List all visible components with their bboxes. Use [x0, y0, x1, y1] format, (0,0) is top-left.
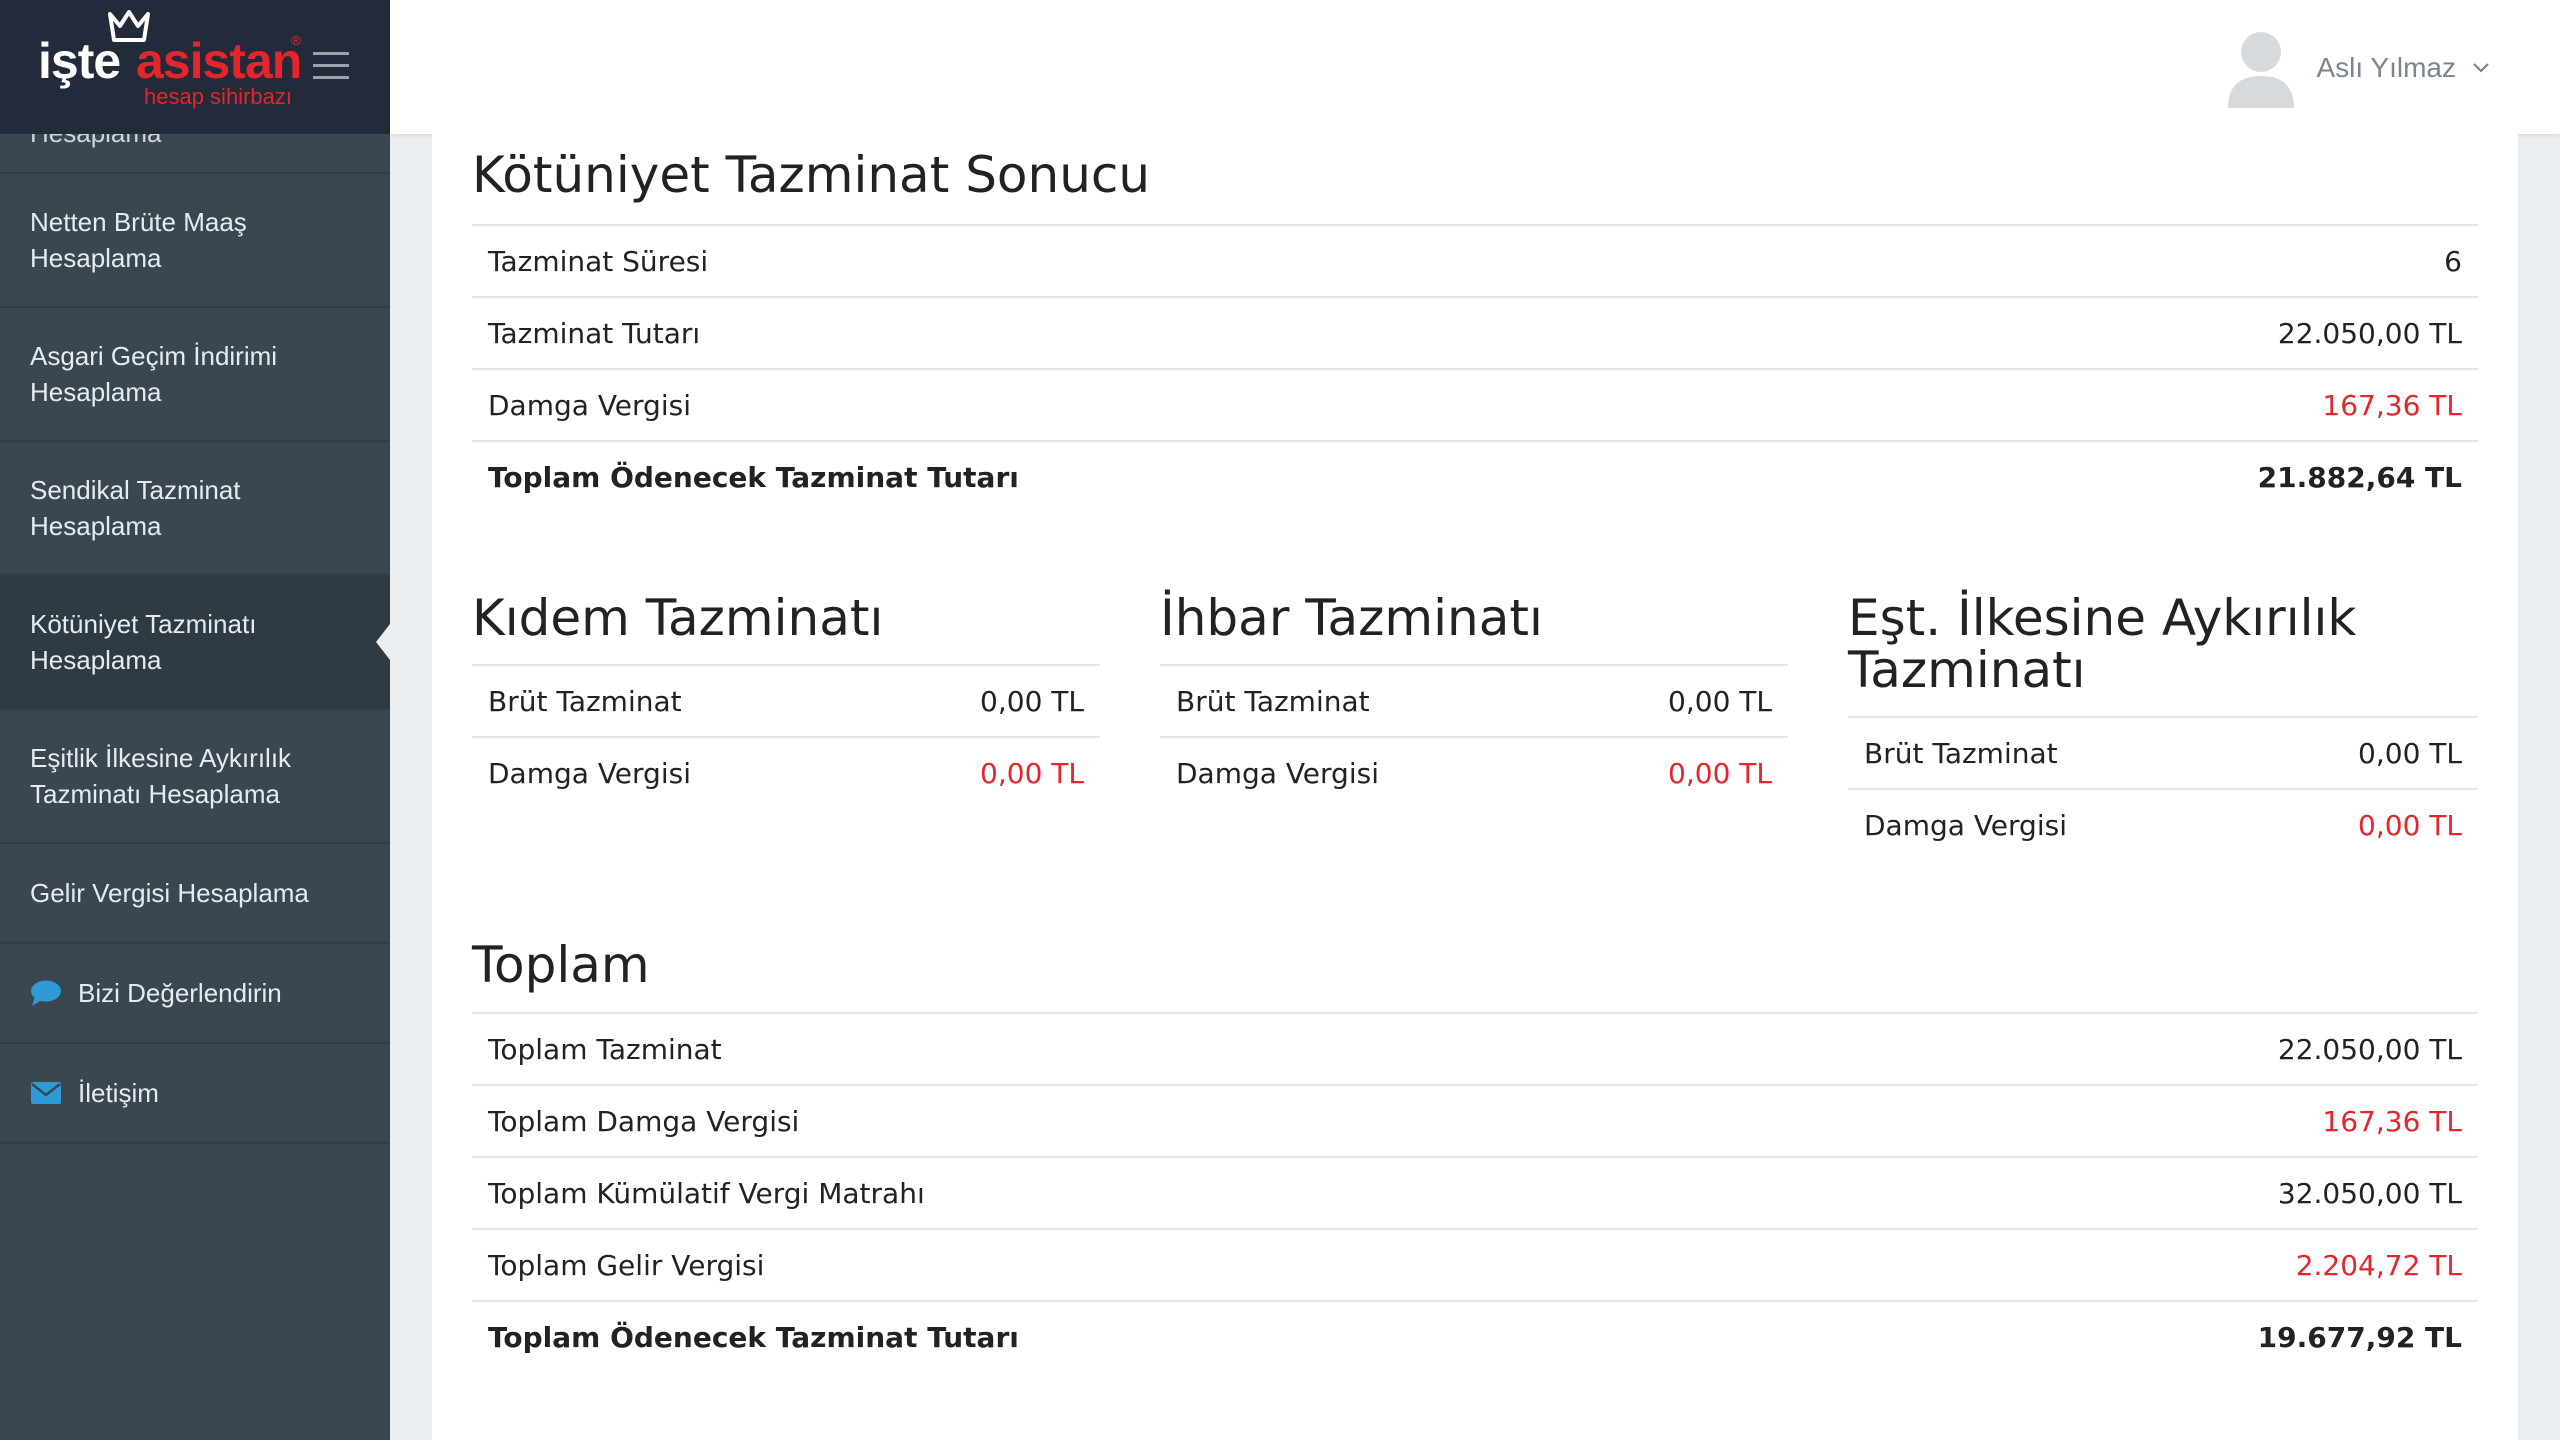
row-value: 167,36 TL	[1884, 1084, 2478, 1157]
table-row: Toplam Gelir Vergisi 2.204,72 TL	[472, 1228, 2478, 1301]
sidebar-item-label: Hesaplama	[30, 134, 162, 149]
sidebar: işte asistan ® hesap sihirbazı Hesaplama…	[0, 0, 390, 1440]
sidebar-item-label: İletişim	[78, 1078, 159, 1108]
table-row: Toplam Ödenecek Tazminat Tutarı 21.882,6…	[472, 440, 2478, 513]
total-title: Toplam	[472, 936, 650, 994]
row-value: 167,36 TL	[1884, 368, 2478, 441]
row-value: 22.050,00 TL	[1884, 1012, 2478, 1085]
chat-bubble-icon	[31, 980, 61, 1006]
row-value: 21.882,64 TL	[1884, 440, 2478, 513]
total-table: Toplam Tazminat 22.050,00 TL Toplam Damg…	[472, 1012, 2478, 1373]
sidebar-item-label: Kötüniyet Tazminatı Hesaplama	[30, 609, 257, 675]
sidebar-item-label: Eşitlik İlkesine Aykırılık Tazminatı Hes…	[30, 743, 292, 809]
sidebar-item-label: Asgari Geçim İndirimi Hesaplama	[30, 341, 278, 407]
table-row: Toplam Tazminat 22.050,00 TL	[472, 1012, 2478, 1085]
row-label: Toplam Damga Vergisi	[472, 1084, 1885, 1157]
row-value: 0,00 TL	[1557, 664, 1788, 737]
result-table: Tazminat Süresi 6 Tazminat Tutarı 22.050…	[472, 224, 2478, 513]
row-value: 0,00 TL	[1557, 736, 1788, 809]
table-row: Damga Vergisi 0,00 TL	[472, 736, 1100, 809]
row-label: Toplam Tazminat	[472, 1012, 1885, 1085]
esitlik-title-line1: Eşt. İlkesine Aykırılık	[1848, 589, 2357, 647]
table-row: Toplam Damga Vergisi 167,36 TL	[472, 1084, 2478, 1157]
sidebar-item-gelir-vergisi[interactable]: Gelir Vergisi Hesaplama	[0, 844, 390, 944]
top-header: Aslı Yılmaz	[390, 0, 2560, 134]
sidebar-item-label: Gelir Vergisi Hesaplama	[30, 878, 309, 908]
row-value: 0,00 TL	[869, 664, 1100, 737]
user-name: Aslı Yılmaz	[2316, 52, 2456, 83]
chevron-down-icon	[2473, 63, 2489, 73]
user-menu[interactable]: Aslı Yılmaz	[2226, 28, 2490, 108]
kidem-title: Kıdem Tazminatı	[472, 589, 884, 647]
row-label: Damga Vergisi	[472, 736, 870, 809]
row-label: Toplam Ödenecek Tazminat Tutarı	[472, 1300, 1885, 1373]
sidebar-item-netten-brute[interactable]: Netten Brüte Maaş Hesaplama	[0, 174, 390, 308]
ihbar-title: İhbar Tazminatı	[1160, 589, 1543, 647]
row-label: Tazminat Süresi	[472, 224, 1885, 297]
row-value: 0,00 TL	[2247, 788, 2478, 861]
sidebar-item-bizi-degerlendirin[interactable]: Bizi Değerlendirin	[0, 944, 390, 1044]
sidebar-item-partial[interactable]: Hesaplama	[0, 134, 390, 174]
table-row: Tazminat Tutarı 22.050,00 TL	[472, 296, 2478, 369]
sidebar-item-label: Netten Brüte Maaş Hesaplama	[30, 207, 247, 273]
table-row: Toplam Ödenecek Tazminat Tutarı 19.677,9…	[472, 1300, 2478, 1373]
row-value: 2.204,72 TL	[1884, 1228, 2478, 1301]
esitlik-title: Eşt. İlkesine Aykırılık Tazminatı	[1848, 592, 2356, 696]
kidem-table: Brüt Tazminat 0,00 TL Damga Vergisi 0,00…	[472, 664, 1100, 809]
brand-name-part1: işte	[38, 33, 121, 89]
user-avatar-icon	[2228, 32, 2295, 108]
hamburger-menu-icon[interactable]	[313, 52, 349, 80]
row-label: Damga Vergisi	[472, 368, 1885, 441]
row-label: Toplam Kümülatif Vergi Matrahı	[472, 1156, 1885, 1229]
sidebar-item-esitlik-ilkesi[interactable]: Eşitlik İlkesine Aykırılık Tazminatı Hes…	[0, 710, 390, 844]
ihbar-table: Brüt Tazminat 0,00 TL Damga Vergisi 0,00…	[1160, 664, 1788, 809]
row-label: Toplam Ödenecek Tazminat Tutarı	[472, 440, 1885, 513]
row-label: Brüt Tazminat	[472, 664, 870, 737]
row-label: Tazminat Tutarı	[472, 296, 1885, 369]
esitlik-table: Brüt Tazminat 0,00 TL Damga Vergisi 0,00…	[1848, 716, 2478, 861]
brand-name-part2: asistan	[136, 33, 302, 89]
sidebar-menu: Hesaplama Netten Brüte Maaş Hesaplama As…	[0, 134, 390, 1144]
row-label: Brüt Tazminat	[1848, 716, 2248, 789]
table-row: Tazminat Süresi 6	[472, 224, 2478, 297]
table-row: Damga Vergisi 167,36 TL	[472, 368, 2478, 441]
row-label: Brüt Tazminat	[1160, 664, 1558, 737]
brand-tagline: hesap sihirbazı	[144, 84, 292, 109]
row-value: 0,00 TL	[2247, 716, 2478, 789]
row-value: 22.050,00 TL	[1884, 296, 2478, 369]
sidebar-item-kotuniyet-tazminati[interactable]: Kötüniyet Tazminatı Hesaplama	[0, 576, 390, 710]
row-value: 0,00 TL	[869, 736, 1100, 809]
esitlik-title-line2: Tazminatı	[1848, 641, 2086, 699]
result-title: Kötüniyet Tazminat Sonucu	[472, 146, 1151, 204]
content-card: Kötüniyet Tazminat Sonucu Tazminat Süres…	[432, 134, 2518, 1440]
sidebar-item-iletisim[interactable]: İletişim	[0, 1044, 390, 1144]
row-label: Toplam Gelir Vergisi	[472, 1228, 1885, 1301]
row-value: 32.050,00 TL	[1884, 1156, 2478, 1229]
table-row: Brüt Tazminat 0,00 TL	[1848, 716, 2478, 789]
logo-bar: işte asistan ® hesap sihirbazı	[0, 0, 390, 134]
envelope-icon	[31, 1082, 61, 1104]
table-row: Brüt Tazminat 0,00 TL	[472, 664, 1100, 737]
table-row: Damga Vergisi 0,00 TL	[1160, 736, 1788, 809]
brand-logo[interactable]: işte asistan ® hesap sihirbazı	[38, 10, 308, 110]
row-label: Damga Vergisi	[1160, 736, 1558, 809]
table-row: Toplam Kümülatif Vergi Matrahı 32.050,00…	[472, 1156, 2478, 1229]
sidebar-item-label: Bizi Değerlendirin	[78, 978, 282, 1008]
registered-mark: ®	[291, 32, 302, 48]
row-label: Damga Vergisi	[1848, 788, 2248, 861]
sidebar-item-label: Sendikal Tazminat Hesaplama	[30, 475, 241, 541]
row-value: 6	[1884, 224, 2478, 297]
table-row: Brüt Tazminat 0,00 TL	[1160, 664, 1788, 737]
row-value: 19.677,92 TL	[1884, 1300, 2478, 1373]
sidebar-item-asgari-gecim[interactable]: Asgari Geçim İndirimi Hesaplama	[0, 308, 390, 442]
sidebar-item-sendikal-tazminat[interactable]: Sendikal Tazminat Hesaplama	[0, 442, 390, 576]
table-row: Damga Vergisi 0,00 TL	[1848, 788, 2478, 861]
